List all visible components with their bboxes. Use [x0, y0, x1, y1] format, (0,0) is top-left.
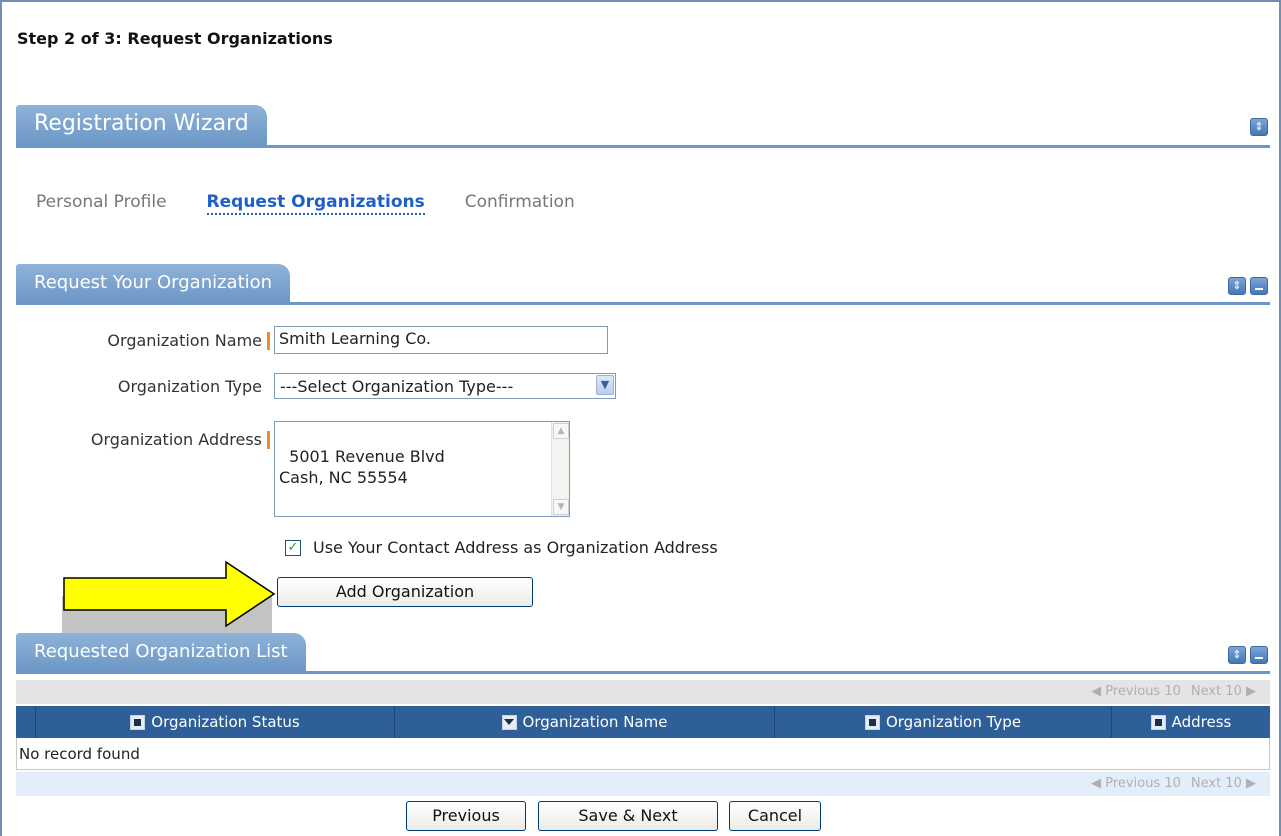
scroll-up-icon[interactable]: ▲	[553, 423, 569, 439]
step-confirmation[interactable]: Confirmation	[465, 192, 575, 215]
previous-button[interactable]: Previous	[406, 801, 526, 831]
column-organization-status[interactable]: Organization Status	[36, 706, 395, 738]
save-next-button[interactable]: Save & Next	[538, 801, 718, 831]
org-type-label: Organization Type	[117, 377, 262, 396]
column-organization-name[interactable]: Organization Name	[395, 706, 775, 738]
request-section-header: Request Your Organization ⇕	[16, 264, 1270, 305]
required-marker	[267, 431, 270, 449]
expand-collapse-icon[interactable]: ⇕	[1228, 277, 1246, 295]
sort-icon[interactable]	[864, 714, 880, 730]
grid-header-spacer	[16, 706, 36, 738]
org-address-label: Organization Address	[90, 430, 262, 449]
wizard-title: Registration Wizard	[16, 105, 267, 145]
expand-collapse-icon[interactable]: ⇕	[1250, 118, 1268, 136]
org-address-value: 5001 Revenue Blvd Cash, NC 55554	[279, 447, 445, 487]
sort-descending-icon[interactable]	[501, 714, 517, 730]
chevron-right-icon: ▶	[1241, 776, 1256, 791]
cancel-button[interactable]: Cancel	[729, 801, 821, 831]
top-pager-bar: ◀ Previous 10 Next 10 ▶	[16, 680, 1270, 704]
wizard-header: Registration Wizard ⇕	[16, 105, 1270, 148]
minimize-icon[interactable]	[1250, 646, 1268, 664]
org-type-selected: ---Select Organization Type---	[280, 376, 514, 396]
org-type-select[interactable]: ---Select Organization Type--- ▼	[274, 373, 616, 399]
chevron-right-icon: ▶	[1241, 684, 1256, 699]
use-contact-checkbox[interactable]: ✓	[285, 540, 301, 556]
step-title: Step 2 of 3: Request Organizations	[17, 29, 333, 48]
wizard-steps: Personal Profile Request Organizations C…	[36, 192, 575, 215]
column-organization-type[interactable]: Organization Type	[775, 706, 1112, 738]
use-contact-label: Use Your Contact Address as Organization…	[313, 538, 718, 557]
org-name-input[interactable]: Smith Learning Co.	[274, 326, 608, 354]
chevron-left-icon: ◀	[1091, 684, 1106, 699]
minimize-icon[interactable]	[1250, 277, 1268, 295]
org-name-label: Organization Name	[107, 331, 262, 350]
sort-icon[interactable]	[1150, 714, 1166, 730]
bottom-pager: ◀ Previous 10 Next 10 ▶	[1091, 776, 1256, 791]
grid-header: Organization Status Organization Name Or…	[16, 706, 1270, 738]
textarea-scrollbar[interactable]: ▲ ▼	[551, 422, 569, 516]
yellow-arrow-icon	[63, 560, 276, 628]
pager-previous-link[interactable]: ◀ Previous 10	[1091, 684, 1181, 699]
add-organization-button[interactable]: Add Organization	[277, 577, 533, 607]
pager-next-link[interactable]: Next 10 ▶	[1191, 776, 1256, 791]
request-section-title: Request Your Organization	[16, 264, 291, 302]
table-row-empty: No record found	[16, 738, 1270, 770]
expand-collapse-icon[interactable]: ⇕	[1228, 646, 1246, 664]
pager-next-link[interactable]: Next 10 ▶	[1191, 684, 1256, 699]
chevron-down-icon[interactable]: ▼	[596, 375, 614, 395]
chevron-left-icon: ◀	[1091, 776, 1106, 791]
pager-previous-link[interactable]: ◀ Previous 10	[1091, 776, 1181, 791]
step-request-organizations[interactable]: Request Organizations	[206, 192, 425, 215]
required-marker	[267, 332, 270, 350]
step-personal-profile[interactable]: Personal Profile	[36, 192, 167, 215]
org-address-textarea[interactable]: 5001 Revenue Blvd Cash, NC 55554 ▲ ▼	[274, 421, 570, 517]
bottom-pager-bar: ◀ Previous 10 Next 10 ▶	[16, 772, 1270, 796]
column-address[interactable]: Address	[1112, 706, 1270, 738]
list-section-header: Requested Organization List ⇕	[16, 632, 1270, 674]
top-pager: ◀ Previous 10 Next 10 ▶	[1091, 684, 1256, 699]
list-section-title: Requested Organization List	[16, 633, 306, 671]
sort-icon[interactable]	[130, 714, 146, 730]
scroll-down-icon[interactable]: ▼	[553, 499, 569, 515]
